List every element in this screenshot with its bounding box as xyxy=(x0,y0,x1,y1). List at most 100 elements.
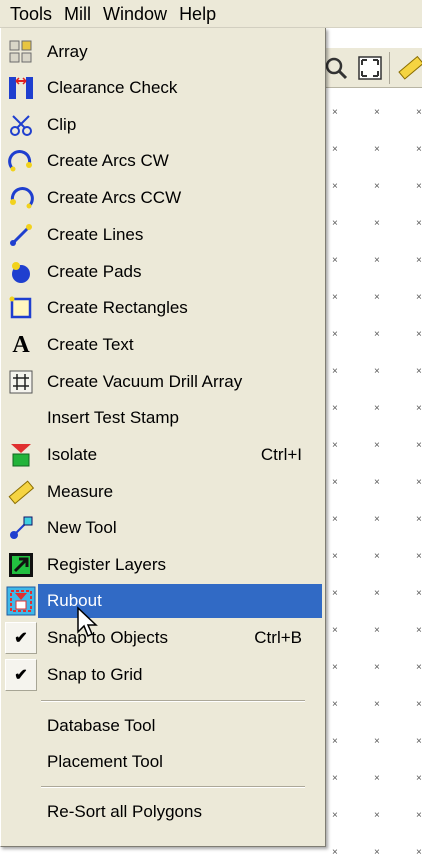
menu-item-label: Create Pads xyxy=(47,262,142,281)
menu-help[interactable]: Help xyxy=(173,0,222,28)
grid-dot: × xyxy=(332,662,338,673)
check-icon: ✔ xyxy=(5,622,37,654)
grid-dot: × xyxy=(374,736,380,747)
arc-ccw-icon xyxy=(4,181,38,215)
grid-dot: × xyxy=(374,662,380,673)
grid-dot: × xyxy=(374,773,380,784)
menu-item-label: Create Vacuum Drill Array xyxy=(47,372,243,391)
grid-dot: × xyxy=(416,440,422,451)
menu-item-create-arcs-ccw[interactable]: Create Arcs CCW xyxy=(4,181,322,215)
menu-item-clip[interactable]: Clip xyxy=(4,108,322,142)
grid-dot: × xyxy=(332,403,338,414)
toolbar xyxy=(324,48,422,88)
menu-item-create-pads[interactable]: Create Pads xyxy=(4,255,322,289)
grid-dot: × xyxy=(374,625,380,636)
menu-item-resort-polygons[interactable]: Re-Sort all Polygons xyxy=(4,795,322,829)
menu-item-label: Create Arcs CCW xyxy=(47,188,182,207)
menu-item-shortcut: Ctrl+I xyxy=(260,445,302,464)
grid-dot: × xyxy=(332,551,338,562)
menu-item-label: Re-Sort all Polygons xyxy=(47,802,202,821)
menu-item-measure[interactable]: Measure xyxy=(4,475,322,509)
menu-item-insert-test-stamp[interactable]: Insert Test Stamp xyxy=(4,401,322,435)
grid-dot: × xyxy=(416,218,422,229)
grid-dot: × xyxy=(416,329,422,340)
grid-dot: × xyxy=(374,144,380,155)
menu-item-label: Create Text xyxy=(47,335,134,354)
grid-dot: × xyxy=(416,107,422,118)
menu-item-label: Placement Tool xyxy=(47,752,163,771)
menu-item-create-lines[interactable]: Create Lines xyxy=(4,218,322,252)
grid-dot: × xyxy=(374,847,380,858)
menu-separator xyxy=(41,700,305,702)
grid-dot: × xyxy=(416,366,422,377)
clip-icon xyxy=(4,108,38,142)
menu-window[interactable]: Window xyxy=(97,0,173,28)
mouse-cursor-icon xyxy=(77,606,98,638)
grid-dot: × xyxy=(374,477,380,488)
grid-dot: × xyxy=(332,292,338,303)
menu-item-isolate[interactable]: Isolate Ctrl+I xyxy=(4,438,322,472)
grid-dot: × xyxy=(374,514,380,525)
grid-dot: × xyxy=(332,625,338,636)
rectangle-icon xyxy=(4,291,38,325)
grid-dot: × xyxy=(416,514,422,525)
grid-dot: × xyxy=(332,588,338,599)
menubar: Tools Mill Window Help xyxy=(0,0,422,28)
design-canvas[interactable]: × × × × × × × × × × × × × × × × × × × × × × × × × × × × × × × × × × × × × × × ×… xyxy=(324,28,422,863)
menu-item-label: New Tool xyxy=(47,518,117,537)
menu-item-snap-to-grid[interactable]: ✔ Snap to Grid xyxy=(4,658,322,692)
menu-item-shortcut: Ctrl+B xyxy=(254,628,302,647)
menu-item-create-vacuum-drill-array[interactable]: Create Vacuum Drill Array xyxy=(4,365,322,399)
grid-dot: × xyxy=(416,810,422,821)
menu-item-label: Create Arcs CW xyxy=(47,151,169,170)
menu-item-clearance-check[interactable]: Clearance Check xyxy=(4,71,322,105)
grid-dot: × xyxy=(332,736,338,747)
grid-dot: × xyxy=(332,699,338,710)
menu-item-register-layers[interactable]: Register Layers xyxy=(4,548,322,582)
measure-toolbar-icon[interactable] xyxy=(396,54,422,82)
menu-item-label: Register Layers xyxy=(47,555,167,574)
grid-dot: × xyxy=(332,181,338,192)
menu-item-create-arcs-cw[interactable]: Create Arcs CW xyxy=(4,144,322,178)
menu-tools-label: Tools xyxy=(10,3,53,24)
menu-item-label: Snap to Grid xyxy=(47,665,143,684)
menu-item-label: Isolate xyxy=(47,445,98,464)
menu-item-label: Create Rectangles xyxy=(47,298,188,317)
grid-dot: × xyxy=(332,218,338,229)
grid-dot: × xyxy=(374,440,380,451)
zoom-icon[interactable] xyxy=(324,54,350,82)
grid-dot: × xyxy=(416,477,422,488)
grid-dot: × xyxy=(332,329,338,340)
grid-dot: × xyxy=(374,403,380,414)
grid-dot: × xyxy=(332,366,338,377)
grid-dot: × xyxy=(374,107,380,118)
fit-view-icon[interactable] xyxy=(356,54,384,82)
clearance-check-icon xyxy=(4,71,38,105)
menu-mill[interactable]: Mill xyxy=(58,0,97,28)
grid-dot: × xyxy=(416,625,422,636)
pads-icon xyxy=(4,255,38,289)
menu-item-placement-tool[interactable]: Placement Tool xyxy=(4,745,322,779)
array-icon xyxy=(4,35,38,69)
menu-item-create-text[interactable]: A Create Text xyxy=(4,328,322,362)
grid-dot: × xyxy=(332,810,338,821)
isolate-icon xyxy=(4,438,38,472)
grid-dot: × xyxy=(332,477,338,488)
drill-array-icon xyxy=(4,365,38,399)
menu-item-label: Snap to Objects xyxy=(47,628,168,647)
menu-item-rubout[interactable]: Rubout xyxy=(4,584,322,618)
menu-item-label: Clip xyxy=(47,115,77,134)
menu-item-array[interactable]: Array xyxy=(4,35,322,69)
menu-item-create-rectangles[interactable]: Create Rectangles xyxy=(4,291,322,325)
grid-dot: × xyxy=(374,551,380,562)
menu-item-database-tool[interactable]: Database Tool xyxy=(4,709,322,743)
grid-dot: × xyxy=(416,551,422,562)
grid-dot: × xyxy=(416,292,422,303)
arc-cw-icon xyxy=(4,144,38,178)
menu-item-snap-to-objects[interactable]: ✔ Snap to Objects Ctrl+B xyxy=(4,621,322,655)
rubout-icon xyxy=(4,584,38,618)
grid-dot: × xyxy=(416,773,422,784)
register-layers-icon xyxy=(4,548,38,582)
menu-item-new-tool[interactable]: New Tool xyxy=(4,511,322,545)
menu-tools[interactable]: Tools xyxy=(0,0,58,28)
